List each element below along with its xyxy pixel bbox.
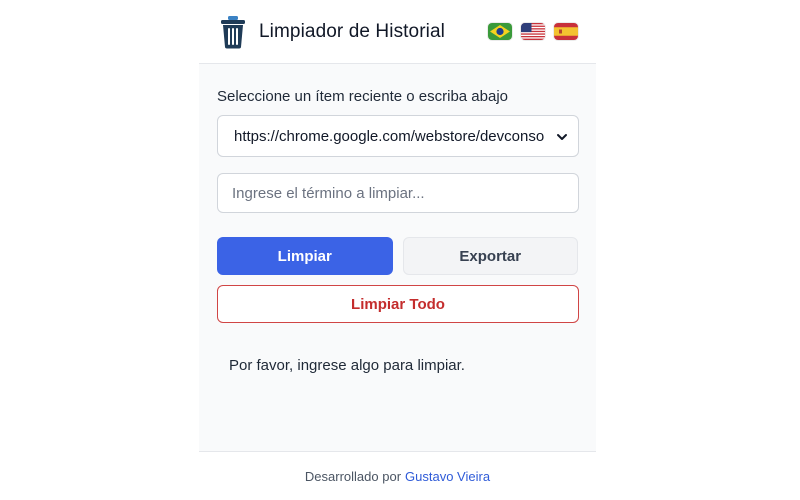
extension-popup: Limpiador de Historial Seleccione un íte… xyxy=(199,0,596,500)
recent-items-label: Seleccione un ítem reciente o escriba ab… xyxy=(217,88,509,105)
clean-all-button[interactable]: Limpiar Todo xyxy=(217,285,579,323)
term-input[interactable] xyxy=(217,173,579,213)
footer-prefix: Desarrollado por xyxy=(304,468,402,484)
footer: Desarrollado por Gustavo Vieira xyxy=(199,451,596,500)
status-message: Por favor, ingrese algo para limpiar. xyxy=(229,357,465,374)
chevron-down-icon xyxy=(556,130,568,142)
author-link[interactable]: Gustavo Vieira xyxy=(405,469,490,484)
header: Limpiador de Historial xyxy=(199,0,596,64)
language-switcher xyxy=(488,23,578,40)
trash-can-icon xyxy=(219,15,247,49)
app-title: Limpiador de Historial xyxy=(259,20,445,42)
main-panel: Seleccione un ítem reciente o escriba ab… xyxy=(199,64,596,451)
export-button[interactable]: Exportar xyxy=(402,237,578,275)
brazil-flag-icon[interactable] xyxy=(488,23,512,40)
recent-items-select[interactable]: https://chrome.google.com/webstore/devco… xyxy=(217,115,579,157)
spain-flag-icon[interactable] xyxy=(554,23,578,40)
clean-button[interactable]: Limpiar xyxy=(217,237,393,275)
us-flag-icon[interactable] xyxy=(521,23,545,40)
action-buttons: Limpiar Exportar xyxy=(217,237,578,275)
recent-items-selected-value: https://chrome.google.com/webstore/devco… xyxy=(234,127,545,145)
